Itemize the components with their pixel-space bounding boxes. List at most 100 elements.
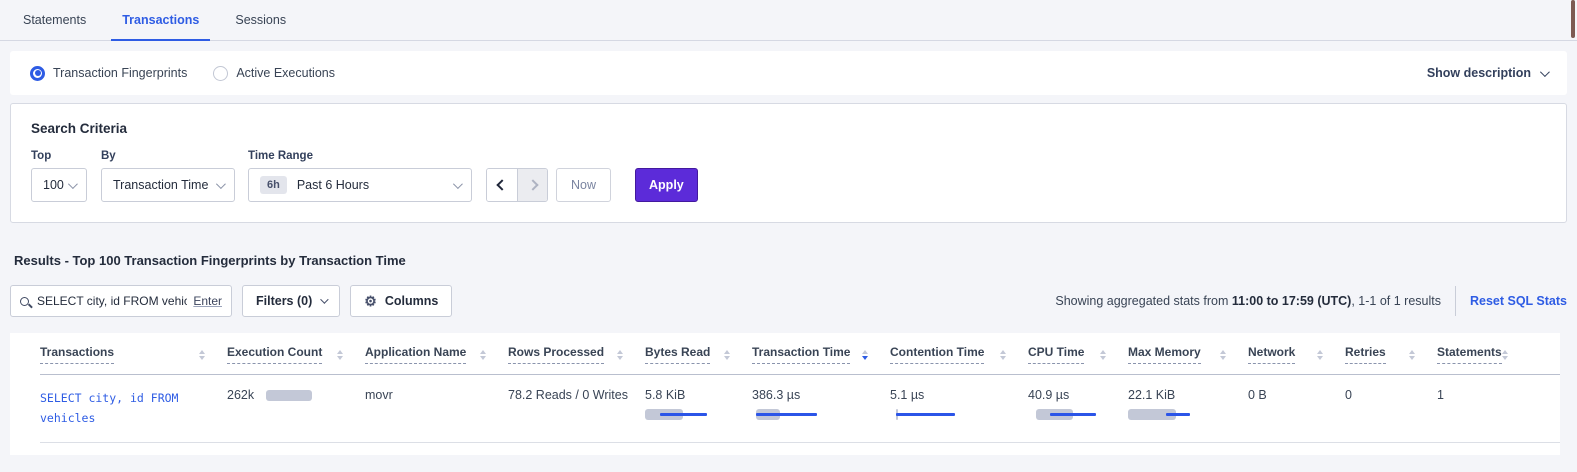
column-label: Application Name — [365, 345, 466, 364]
radio-selected-icon — [30, 66, 45, 81]
column-label: Network — [1248, 345, 1295, 364]
column-header-network[interactable]: Network — [1248, 345, 1345, 364]
table-header-row: Transactions Execution Count Application N… — [40, 335, 1560, 375]
cell-rows-processed: 78.2 Reads / 0 Writes — [508, 388, 645, 428]
view-toggle-bar: Transaction Fingerprints Active Executio… — [10, 51, 1567, 95]
sort-icon — [480, 350, 486, 360]
column-label: CPU Time — [1028, 345, 1084, 364]
radio-label: Transaction Fingerprints — [53, 66, 187, 80]
stat-bar — [890, 409, 970, 420]
stat-bar — [645, 409, 725, 420]
sort-icon — [862, 350, 868, 360]
column-label: Transactions — [40, 345, 114, 364]
column-header-execution-count[interactable]: Execution Count — [227, 345, 365, 364]
results-toolbar: SELECT city, id FROM vehicles W Enter Fi… — [10, 285, 1567, 317]
divider — [1455, 286, 1456, 316]
chevron-left-icon — [496, 179, 507, 190]
top-value: 100 — [43, 178, 64, 192]
reset-sql-stats-link[interactable]: Reset SQL Stats — [1470, 294, 1567, 308]
column-label: Execution Count — [227, 345, 322, 364]
column-label: Transaction Time — [752, 345, 850, 364]
apply-button[interactable]: Apply — [635, 168, 698, 202]
search-criteria-title: Search Criteria — [31, 121, 1546, 136]
results-title: Results - Top 100 Transaction Fingerprin… — [14, 253, 1577, 268]
sort-icon — [199, 350, 205, 360]
chevron-down-icon — [320, 295, 328, 303]
column-header-transaction[interactable]: Transactions — [40, 345, 227, 364]
by-value: Transaction Time — [113, 178, 208, 192]
time-range-value: Past 6 Hours — [297, 178, 369, 192]
chevron-down-icon — [453, 179, 463, 189]
tab-transactions[interactable]: Transactions — [111, 0, 210, 41]
column-header-retries[interactable]: Retries — [1345, 345, 1437, 364]
radio-label: Active Executions — [236, 66, 335, 80]
show-description-toggle[interactable]: Show description — [1427, 66, 1547, 80]
by-select[interactable]: Transaction Time — [101, 168, 235, 202]
column-header-application-name[interactable]: Application Name — [365, 345, 508, 364]
transaction-fingerprint-link[interactable]: SELECT city, id FROM vehicles — [40, 388, 198, 428]
time-range-select[interactable]: 6h Past 6 Hours — [248, 168, 472, 202]
column-header-transaction-time[interactable]: Transaction Time — [752, 345, 890, 364]
radio-transaction-fingerprints[interactable]: Transaction Fingerprints — [30, 66, 187, 81]
chevron-down-icon — [1540, 67, 1550, 77]
scrollbar-thumb[interactable] — [1571, 0, 1575, 38]
columns-label: Columns — [385, 294, 438, 308]
aggregated-stats-text: Showing aggregated stats from 11:00 to 1… — [1055, 286, 1567, 316]
column-header-rows-processed[interactable]: Rows Processed — [508, 345, 645, 364]
time-range-arrows — [486, 168, 548, 202]
column-header-contention-time[interactable]: Contention Time — [890, 345, 1028, 364]
sort-icon — [1317, 350, 1323, 360]
chevron-right-icon — [527, 179, 538, 190]
columns-button[interactable]: ⚙ Columns — [350, 285, 452, 317]
results-table: Transactions Execution Count Application N… — [10, 333, 1560, 455]
time-range-prev-button[interactable] — [487, 169, 517, 201]
column-header-statements[interactable]: Statements — [1437, 345, 1530, 364]
count-bar — [266, 390, 312, 401]
page-tabbar: Statements Transactions Sessions — [0, 0, 1577, 41]
stat-bar — [1128, 409, 1208, 420]
column-header-cpu-time[interactable]: CPU Time — [1028, 345, 1128, 364]
sort-icon — [617, 350, 623, 360]
top-select[interactable]: 100 — [31, 168, 87, 202]
sort-icon — [1409, 350, 1415, 360]
cell-transaction: SELECT city, id FROM vehicles — [40, 388, 227, 428]
sort-icon — [1502, 350, 1508, 360]
cell-statements: 1 — [1437, 388, 1530, 428]
cell-application-name: movr — [365, 388, 508, 428]
by-label: By — [101, 150, 235, 162]
search-enter-button[interactable]: Enter — [193, 294, 222, 308]
stat-bar — [1028, 409, 1108, 420]
search-value: SELECT city, id FROM vehicles W — [37, 294, 187, 308]
column-label: Retries — [1345, 345, 1386, 364]
top-field: Top 100 — [31, 150, 87, 202]
column-header-bytes-read[interactable]: Bytes Read — [645, 345, 752, 364]
cell-contention-time: 5.1 µs — [890, 388, 1028, 428]
by-field: By Transaction Time — [87, 150, 235, 202]
column-label: Statements — [1437, 345, 1502, 364]
radio-unselected-icon — [213, 66, 228, 81]
sort-icon — [724, 350, 730, 360]
now-button[interactable]: Now — [556, 168, 611, 202]
cell-execution-count: 262k — [227, 388, 365, 428]
show-description-label: Show description — [1427, 66, 1531, 80]
search-input[interactable]: SELECT city, id FROM vehicles W Enter — [10, 285, 232, 317]
search-icon — [20, 297, 29, 306]
column-header-max-memory[interactable]: Max Memory — [1128, 345, 1248, 364]
cell-transaction-time: 386.3 µs — [752, 388, 890, 428]
stats-time-range: 11:00 to 17:59 (UTC) — [1232, 294, 1351, 308]
column-label: Bytes Read — [645, 345, 710, 364]
sort-icon — [337, 350, 343, 360]
stat-bar — [752, 409, 832, 420]
top-label: Top — [31, 150, 87, 162]
radio-active-executions[interactable]: Active Executions — [213, 66, 335, 81]
column-label: Rows Processed — [508, 345, 604, 364]
gear-icon: ⚙ — [364, 294, 377, 308]
cell-cpu-time: 40.9 µs — [1028, 388, 1128, 428]
filters-button[interactable]: Filters (0) — [242, 285, 340, 317]
tab-sessions[interactable]: Sessions — [224, 0, 297, 41]
sort-icon — [1100, 350, 1106, 360]
sort-icon — [1000, 350, 1006, 360]
tab-statements[interactable]: Statements — [12, 0, 97, 41]
cell-retries: 0 — [1345, 388, 1437, 428]
time-range-next-button[interactable] — [517, 169, 547, 201]
